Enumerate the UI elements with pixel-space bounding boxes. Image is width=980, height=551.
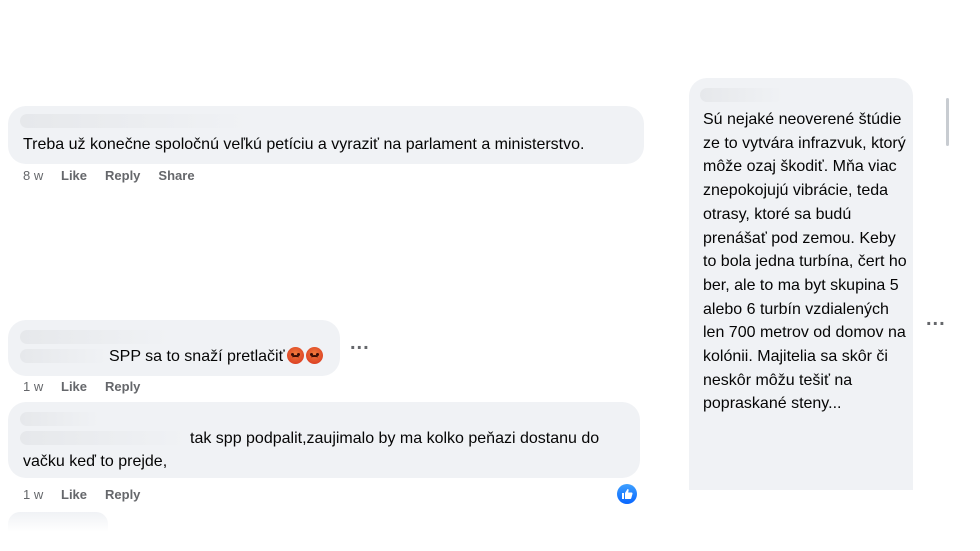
more-options-icon[interactable]: ...: [350, 332, 370, 355]
like-button[interactable]: Like: [61, 168, 87, 183]
angry-face-icon: [305, 347, 323, 364]
reply-button[interactable]: Reply: [105, 168, 140, 183]
comment-text: SPP sa to snaží pretlačiť: [109, 348, 285, 365]
more-options-icon[interactable]: ...: [926, 308, 946, 331]
commenter-name-redacted: [20, 114, 250, 128]
comment-age: 1 w: [23, 487, 44, 502]
comment-age: 8 w: [23, 168, 44, 183]
commenter-name-redacted: [20, 412, 100, 426]
angry-face-icon: [286, 347, 304, 364]
like-button[interactable]: Like: [61, 379, 87, 394]
mention-redacted: [20, 349, 108, 363]
reply-button[interactable]: Reply: [105, 487, 140, 502]
comment-text-line-1: tak spp podpalit,zaujimalo by ma kolko p…: [190, 430, 600, 447]
commenter-name-redacted: [700, 88, 784, 102]
comment-meta: 8 w Like Reply Share: [23, 168, 213, 183]
comment-text: Sú nejaké neoverené štúdie ze to vytvára…: [703, 111, 907, 413]
comment-age: 1 w: [23, 379, 44, 394]
comment-meta: 1 w Like Reply: [23, 379, 158, 394]
mention-redacted: [20, 431, 188, 445]
comment-text: Treba už konečne spoločnú veľkú petíciu …: [23, 136, 585, 153]
commenter-name-redacted: [20, 330, 170, 344]
share-button[interactable]: Share: [158, 168, 194, 183]
like-button[interactable]: Like: [61, 487, 87, 502]
next-comment-bubble-partial: [8, 512, 108, 532]
comment-text-line-2: vačku keď to prejde,: [23, 453, 168, 470]
scrollbar[interactable]: [946, 98, 949, 146]
reply-button[interactable]: Reply: [105, 379, 140, 394]
comment-text-line: SPP sa to snaží pretlačiť: [109, 345, 323, 369]
thumbs-up-icon: [622, 489, 633, 499]
comment-meta: 1 w Like Reply: [23, 487, 158, 502]
like-icon: [617, 484, 637, 504]
